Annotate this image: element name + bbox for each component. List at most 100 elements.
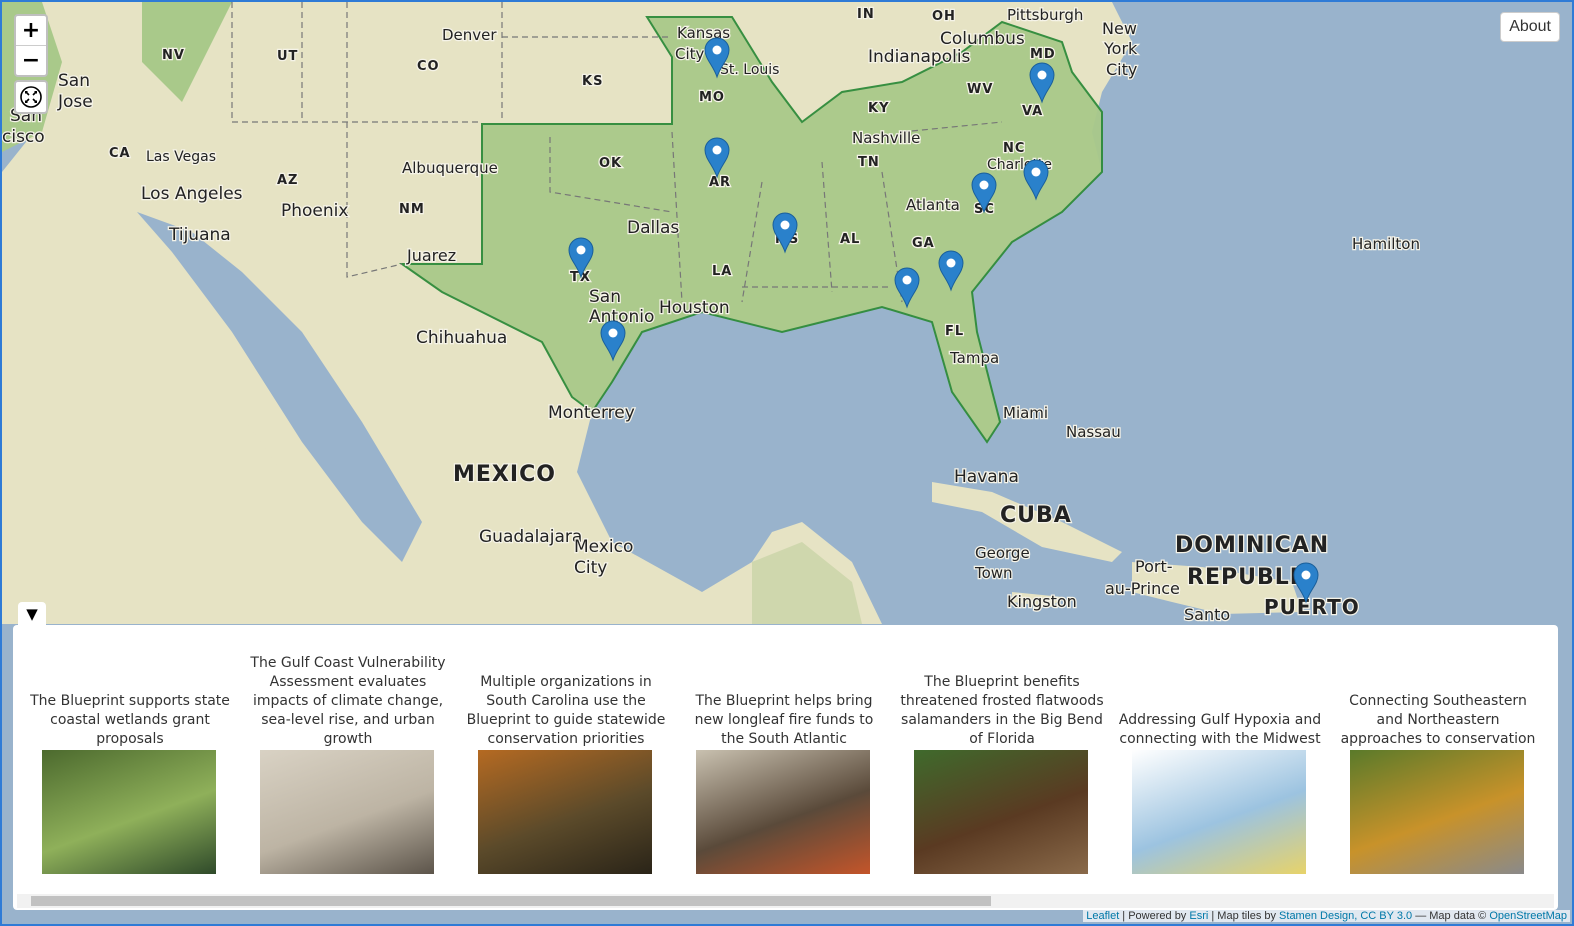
story-card[interactable]: The Gulf Coast Vulnerability Assessment … bbox=[239, 637, 457, 887]
map-label: Los Angeles bbox=[141, 184, 243, 204]
story-card[interactable]: The Blueprint supports state coastal wet… bbox=[21, 637, 239, 887]
about-button[interactable]: About bbox=[1500, 12, 1560, 42]
map-label: City bbox=[1106, 60, 1137, 79]
map-label: NM bbox=[399, 202, 425, 217]
map-label: George bbox=[975, 544, 1030, 562]
map-label: TN bbox=[858, 155, 880, 170]
story-card[interactable]: The Blueprint benefits threatened froste… bbox=[893, 637, 1111, 887]
map-label: City bbox=[574, 558, 607, 578]
map-label: Phoenix bbox=[281, 201, 348, 221]
map-label: Nassau bbox=[1066, 423, 1121, 441]
stamen-link[interactable]: Stamen Design, CC BY 3.0 bbox=[1279, 910, 1412, 922]
map-label: Town bbox=[974, 564, 1013, 582]
map-label: OH bbox=[932, 9, 956, 24]
story-title: The Blueprint helps bring new longleaf f… bbox=[694, 693, 874, 747]
map-label: Dallas bbox=[627, 218, 679, 238]
map-label: Tijuana bbox=[168, 225, 231, 245]
map-label: Havana bbox=[954, 467, 1019, 487]
story-title: Connecting Southeastern and Northeastern… bbox=[1340, 693, 1536, 747]
map-label: York bbox=[1103, 39, 1138, 58]
map-label: San bbox=[589, 287, 621, 307]
story-image[interactable] bbox=[478, 750, 652, 874]
map-label: Guadalajara bbox=[479, 527, 582, 547]
story-image[interactable] bbox=[1132, 750, 1306, 874]
horizontal-scrollbar[interactable] bbox=[17, 894, 1554, 908]
map-label: Houston bbox=[659, 298, 730, 318]
map-label: Indianapolis bbox=[868, 47, 971, 67]
map-label: au-Prince bbox=[1105, 579, 1180, 598]
story-image[interactable] bbox=[914, 750, 1088, 874]
map-label: MD bbox=[1030, 47, 1056, 62]
map-label: Columbus bbox=[940, 29, 1025, 49]
map-label: MO bbox=[699, 90, 725, 105]
map-label: Kingston bbox=[1007, 592, 1077, 611]
leaflet-link[interactable]: Leaflet bbox=[1086, 910, 1119, 922]
map-label: DOMINICAN bbox=[1175, 533, 1329, 558]
zoom-out-button[interactable]: − bbox=[16, 45, 46, 75]
map-label: NV bbox=[162, 48, 185, 63]
map-label: CO bbox=[417, 59, 440, 74]
full-extent-button[interactable] bbox=[14, 80, 48, 114]
map-label: CA bbox=[109, 146, 131, 161]
map-label: PUERTO bbox=[1264, 595, 1360, 619]
map-label: AL bbox=[840, 232, 860, 247]
map-label: AR bbox=[709, 175, 731, 190]
osm-link[interactable]: OpenStreetMap bbox=[1489, 910, 1567, 922]
map-label: WV bbox=[967, 82, 993, 97]
esri-link[interactable]: Esri bbox=[1189, 910, 1208, 922]
attribution-text: — Map data © bbox=[1412, 910, 1490, 922]
story-image[interactable] bbox=[696, 750, 870, 874]
map-label: AZ bbox=[277, 173, 299, 188]
fullscreen-extent-icon bbox=[20, 86, 42, 108]
map-label: Tampa bbox=[949, 349, 999, 367]
stories-panel: The Blueprint supports state coastal wet… bbox=[13, 625, 1558, 910]
attribution: Leaflet | Powered by Esri | Map tiles by… bbox=[1083, 910, 1570, 922]
panel-toggle-button[interactable]: ▼ bbox=[18, 602, 46, 626]
map-label: Pittsburgh bbox=[1007, 6, 1083, 24]
map-label: St. Louis bbox=[720, 62, 779, 78]
map-label: Antonio bbox=[589, 307, 654, 327]
map-label: Santo bbox=[1184, 605, 1230, 624]
story-card[interactable]: Connecting Southeastern and Northeastern… bbox=[1329, 637, 1547, 887]
map-label: IN bbox=[857, 7, 875, 22]
map-label: Albuquerque bbox=[402, 159, 498, 177]
story-card[interactable]: Multiple organizations in South Carolina… bbox=[457, 637, 675, 887]
map-label: Nashville bbox=[852, 129, 920, 147]
map-label: City bbox=[675, 45, 705, 63]
map-label: Mexico bbox=[574, 537, 633, 557]
story-image[interactable] bbox=[260, 750, 434, 874]
map-label: Jose bbox=[57, 92, 93, 112]
map-label: Monterrey bbox=[548, 403, 635, 423]
map-label: Chihuahua bbox=[416, 328, 507, 348]
story-title: The Blueprint benefits threatened froste… bbox=[900, 674, 1104, 747]
zoom-control: + − bbox=[14, 14, 48, 77]
map-label: UT bbox=[277, 49, 298, 64]
attribution-text: | Powered by bbox=[1119, 910, 1190, 922]
zoom-in-button[interactable]: + bbox=[16, 16, 46, 45]
map-label: OK bbox=[599, 156, 622, 171]
map-label: VA bbox=[1022, 104, 1043, 119]
map-label: New bbox=[1102, 19, 1137, 38]
story-title: The Blueprint supports state coastal wet… bbox=[30, 693, 230, 747]
map-label: cisco bbox=[2, 127, 45, 147]
map-label: LA bbox=[712, 264, 732, 279]
story-card[interactable]: The Blueprint helps bring new longleaf f… bbox=[675, 637, 893, 887]
story-title: Multiple organizations in South Carolina… bbox=[466, 674, 666, 747]
map-label: Las Vegas bbox=[146, 149, 216, 165]
map-label: Miami bbox=[1003, 404, 1048, 422]
map-label: Juarez bbox=[406, 246, 456, 265]
map-label: KY bbox=[868, 101, 890, 116]
map-label: FL bbox=[945, 324, 964, 339]
story-title: Addressing Gulf Hypoxia and connecting w… bbox=[1118, 712, 1322, 747]
map-label: CUBA bbox=[1000, 503, 1072, 528]
scrollbar-thumb[interactable] bbox=[31, 896, 991, 906]
map-label: Atlanta bbox=[906, 196, 960, 214]
story-image[interactable] bbox=[42, 750, 216, 874]
story-card[interactable]: Addressing Gulf Hypoxia and connecting w… bbox=[1111, 637, 1329, 887]
map-label: KS bbox=[582, 74, 603, 89]
map-label: Port- bbox=[1135, 557, 1173, 576]
map-label: GA bbox=[912, 236, 935, 251]
app-frame: Denver Kansas City St. Louis IN OH Pittsburgh C… bbox=[0, 0, 1574, 926]
story-image[interactable] bbox=[1350, 750, 1524, 874]
map-label: Denver bbox=[442, 26, 497, 44]
